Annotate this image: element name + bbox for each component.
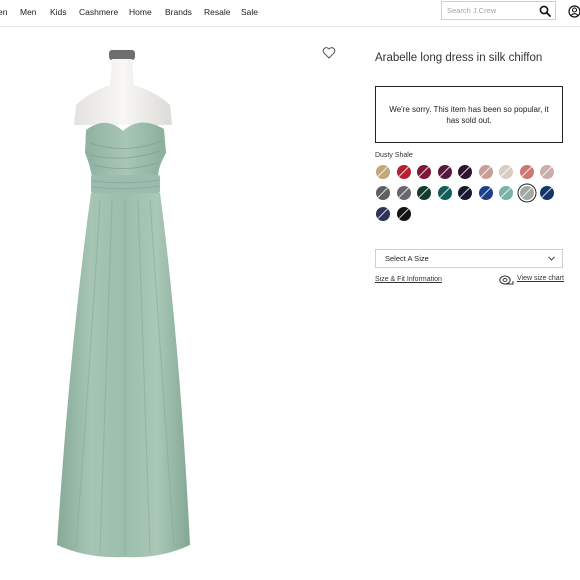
- color-swatch[interactable]: [540, 165, 554, 179]
- chevron-down-icon: [548, 256, 555, 261]
- color-swatch[interactable]: [376, 207, 390, 221]
- color-swatch[interactable]: [437, 186, 452, 200]
- color-swatch[interactable]: [499, 165, 513, 179]
- nav-item-resale[interactable]: Resale: [204, 7, 230, 17]
- color-swatch[interactable]: [396, 207, 411, 221]
- nav-item-men[interactable]: Men: [20, 7, 37, 17]
- nav-item-sale[interactable]: Sale: [241, 7, 258, 17]
- sold-out-notice: We're sorry. This item has been so popul…: [375, 86, 563, 143]
- color-swatch[interactable]: [499, 186, 513, 200]
- color-swatch[interactable]: [540, 186, 554, 200]
- search-icon[interactable]: [539, 5, 551, 17]
- color-swatch[interactable]: [478, 186, 493, 200]
- selected-color-name: Dusty Shale: [375, 152, 413, 159]
- color-swatch[interactable]: [478, 165, 493, 179]
- top-navigation: en Men Kids Cashmere Home Brands Resale …: [0, 0, 580, 27]
- nav-item-cashmere[interactable]: Cashmere: [79, 7, 118, 17]
- color-swatch[interactable]: [519, 165, 534, 179]
- sold-out-message: We're sorry. This item has been so popul…: [389, 104, 549, 125]
- view-size-chart-label: View size chart: [517, 275, 564, 282]
- size-select-label: Select A Size: [385, 254, 429, 263]
- color-swatch[interactable]: [376, 186, 390, 200]
- nav-item-kids[interactable]: Kids: [50, 7, 67, 17]
- account-icon[interactable]: [568, 5, 580, 18]
- color-swatch[interactable]: [437, 165, 452, 179]
- color-swatch[interactable]: [376, 165, 390, 179]
- tape-measure-icon: [499, 275, 514, 285]
- color-swatch[interactable]: [396, 165, 411, 179]
- size-fit-info-link[interactable]: Size & Fit Information: [375, 276, 442, 283]
- search-input[interactable]: [442, 2, 539, 19]
- nav-item-brands[interactable]: Brands: [165, 7, 192, 17]
- color-swatch[interactable]: [519, 186, 534, 200]
- wishlist-heart-icon[interactable]: [322, 46, 336, 59]
- color-swatch[interactable]: [417, 165, 431, 179]
- nav-item-home[interactable]: Home: [129, 7, 152, 17]
- size-select[interactable]: Select A Size: [375, 249, 563, 268]
- color-swatch[interactable]: [417, 186, 431, 200]
- search-box: [441, 1, 556, 20]
- color-swatch[interactable]: [396, 186, 411, 200]
- color-swatch[interactable]: [458, 165, 472, 179]
- product-image: [57, 50, 190, 558]
- color-swatch[interactable]: [458, 186, 472, 200]
- nav-item-women[interactable]: en: [0, 7, 7, 17]
- product-title: Arabelle long dress in silk chiffon: [375, 52, 543, 64]
